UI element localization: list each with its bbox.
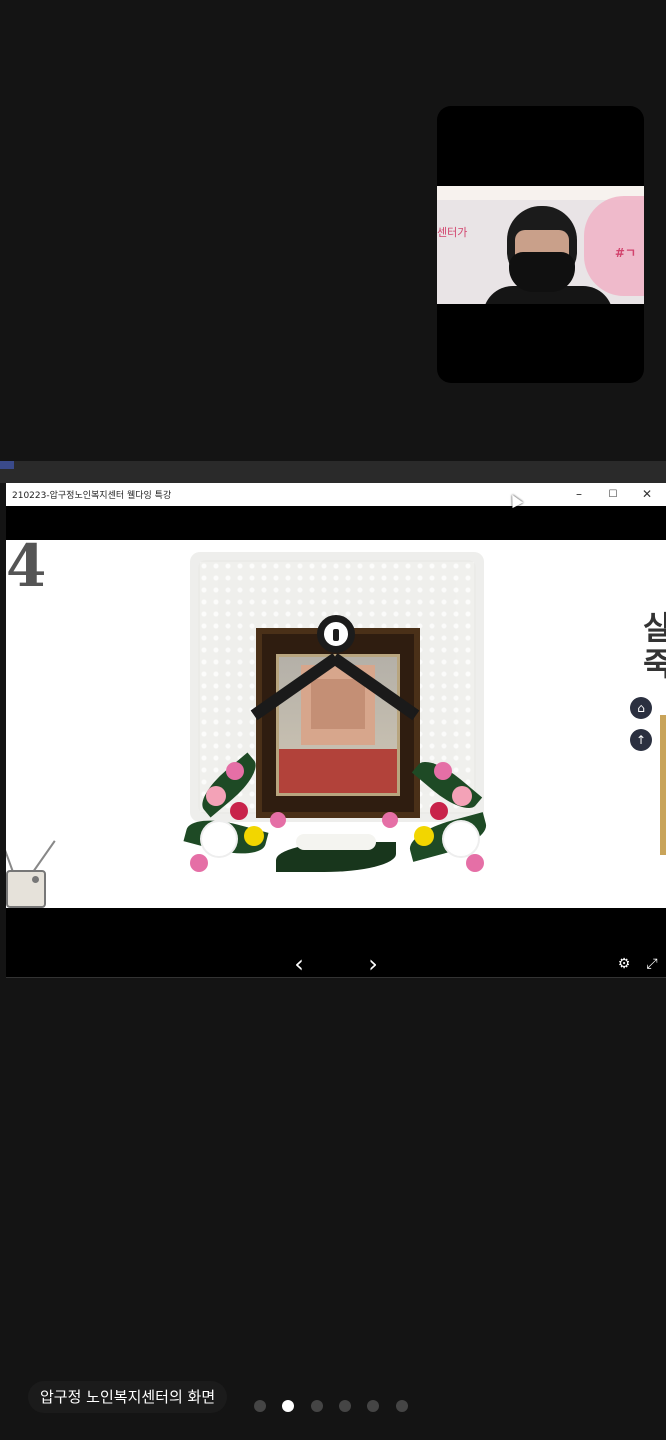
page-dot-4[interactable]	[339, 1400, 351, 1412]
tv-knob	[32, 876, 39, 883]
screen-share-caption: 압구정 노인복지센터의 화면	[28, 1381, 228, 1413]
pink-gerbera	[190, 854, 208, 872]
window-title: 210223-압구정노인복지센터 웰다잉 특강	[12, 491, 172, 501]
previous-slide-button[interactable]: ‹	[287, 952, 311, 977]
white-gerbera	[444, 822, 478, 856]
slide-heading: 살아 죽어	[622, 610, 666, 682]
participant-video-feed: 센터가 #ㄱ	[437, 186, 644, 304]
page-dot-2[interactable]	[282, 1400, 294, 1412]
page-dot-3[interactable]	[311, 1400, 323, 1412]
home-icon[interactable]: ⌂	[630, 697, 652, 719]
yellow-gerbera	[244, 826, 264, 846]
tv-antenna	[32, 840, 56, 873]
settings-icon[interactable]: ⚙	[612, 953, 636, 977]
next-slide-button[interactable]: ›	[361, 952, 385, 977]
funeral-wreath-image	[183, 552, 491, 892]
pink-rose	[452, 786, 472, 806]
slide-heading-line-1: 살아	[643, 609, 666, 647]
participant-video-tile[interactable]: 센터가 #ㄱ	[437, 106, 644, 383]
share-bottom-divider	[6, 977, 666, 978]
red-gerbera	[230, 802, 248, 820]
pink-gerbera	[270, 812, 286, 828]
pink-gerbera	[382, 812, 398, 828]
pink-gerbera	[226, 762, 244, 780]
window-maximize-button[interactable]: ☐	[598, 485, 628, 504]
pink-gerbera	[434, 762, 452, 780]
flower-bouquet	[183, 742, 491, 892]
shared-screen[interactable]: 210223-압구정노인복지센터 웰다잉 특강 – ☐ ✕ 4 살 죽 ⌂ ↑ …	[6, 483, 666, 978]
pink-rose	[206, 786, 226, 806]
pink-gerbera	[466, 854, 484, 872]
page-dot-5[interactable]	[367, 1400, 379, 1412]
yellow-gerbera	[414, 826, 434, 846]
participant-face-mask	[509, 252, 575, 292]
mourning-ribbon-knot	[317, 615, 355, 653]
slide-heading-line-2: 죽어	[643, 645, 666, 683]
photo-face-detail	[311, 679, 365, 729]
viewer-controls: ‹ › ⚙ ⤢	[6, 952, 666, 978]
tv-antenna	[6, 841, 14, 873]
share-indicator	[0, 461, 14, 469]
up-arrow-icon[interactable]: ↑	[630, 729, 652, 751]
video-wall-text-2: #ㄱ	[614, 246, 636, 260]
white-gerbera	[202, 822, 236, 856]
leaf	[193, 752, 265, 818]
share-top-strip	[0, 461, 666, 483]
page-dot-1[interactable]	[254, 1400, 266, 1412]
tv-illustration	[6, 840, 56, 908]
slide-number: 4	[6, 540, 47, 600]
window-minimize-button[interactable]: –	[564, 485, 594, 504]
white-flower-garland	[296, 834, 376, 850]
window-titlebar[interactable]: 210223-압구정노인복지센터 웰다잉 특강 – ☐ ✕	[6, 483, 666, 506]
page-dot-6[interactable]	[396, 1400, 408, 1412]
red-gerbera	[430, 802, 448, 820]
window-close-button[interactable]: ✕	[632, 485, 662, 504]
tv-body	[6, 870, 46, 908]
presentation-slide: 4 살 죽 ⌂ ↑	[6, 540, 666, 908]
gold-side-bar	[660, 715, 666, 855]
video-wall-text: 센터가	[437, 226, 468, 239]
fullscreen-icon[interactable]: ⤢	[640, 953, 664, 977]
